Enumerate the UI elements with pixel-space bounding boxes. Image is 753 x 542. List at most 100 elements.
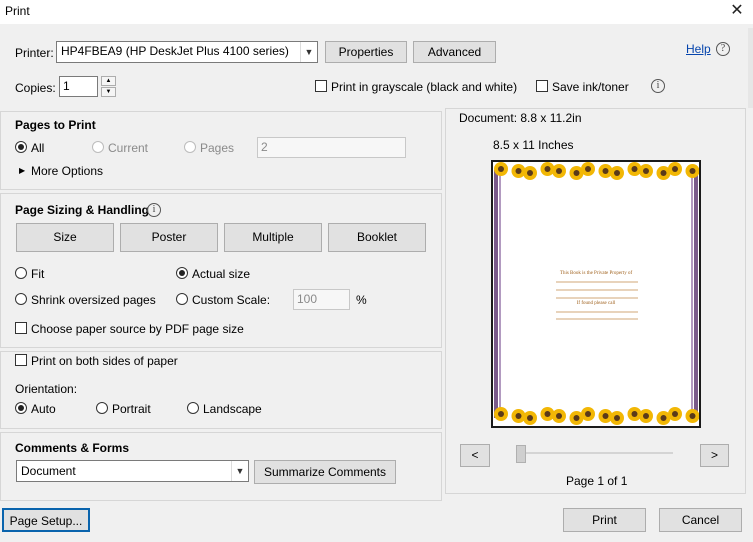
orientation-landscape-label: Landscape: [203, 402, 262, 416]
expand-triangle-icon[interactable]: ▶: [19, 166, 25, 175]
sunflower-center: [515, 168, 522, 174]
copies-increment-icon[interactable]: ▲: [101, 76, 116, 86]
close-icon[interactable]: ✕: [727, 0, 747, 22]
chevron-down-icon: ▼: [300, 42, 317, 62]
page-slider-track[interactable]: [517, 452, 673, 454]
custom-scale-input[interactable]: 100: [293, 289, 350, 310]
pages-current-radio[interactable]: [92, 141, 104, 153]
sunflower-center: [614, 170, 620, 176]
custom-scale-label: Custom Scale:: [192, 293, 271, 307]
chevron-down-icon: ▼: [231, 461, 248, 481]
size-button[interactable]: Size: [16, 223, 114, 252]
shrink-radio[interactable]: [15, 293, 27, 305]
preview-call-text: If found please call: [577, 301, 616, 306]
document-size-label: Document: 8.8 x 11.2in: [459, 111, 582, 125]
window-edge: [748, 28, 753, 108]
sunflower-center: [602, 168, 609, 174]
sunflower-center: [585, 411, 591, 417]
paper-source-label: Choose paper source by PDF page size: [31, 322, 244, 336]
summarize-comments-button[interactable]: Summarize Comments: [254, 460, 396, 484]
sunflower-center: [631, 411, 638, 417]
pages-current-label: Current: [108, 141, 149, 155]
sunflower-center: [573, 170, 580, 176]
page-slider-thumb[interactable]: [516, 445, 526, 463]
title-bar: [0, 0, 753, 24]
orientation-portrait-radio[interactable]: [96, 402, 108, 414]
sunflower-center: [527, 415, 533, 421]
custom-scale-radio[interactable]: [176, 293, 188, 305]
cancel-button[interactable]: Cancel: [659, 508, 742, 532]
help-link[interactable]: Help: [686, 42, 711, 56]
fit-label: Fit: [31, 267, 45, 281]
save-ink-checkbox[interactable]: [536, 80, 548, 92]
sunflower-center: [585, 166, 591, 172]
prev-page-button[interactable]: <: [460, 444, 490, 467]
orientation-auto-label: Auto: [31, 402, 56, 416]
sunflower-center: [515, 413, 522, 419]
sunflower-center: [573, 415, 580, 421]
pages-range-radio[interactable]: [184, 141, 196, 153]
sunflower-center: [602, 413, 609, 419]
help-icon[interactable]: ?: [716, 42, 730, 56]
booklet-button[interactable]: Booklet: [328, 223, 426, 252]
sunflower-center: [643, 413, 649, 419]
printer-label: Printer:: [15, 46, 54, 60]
page-sizing-title: Page Sizing & Handling: [15, 203, 150, 217]
print-button[interactable]: Print: [563, 508, 646, 532]
paper-size-label: 8.5 x 11 Inches: [493, 138, 574, 152]
page-info-label: Page 1 of 1: [566, 474, 628, 488]
window-title: Print: [5, 4, 30, 18]
fit-radio[interactable]: [15, 267, 27, 279]
sunflower-center: [643, 168, 649, 174]
actual-size-radio[interactable]: [176, 267, 188, 279]
grayscale-label: Print in grayscale (black and white): [331, 80, 518, 94]
advanced-button[interactable]: Advanced: [413, 41, 496, 63]
pages-to-print-title: Pages to Print: [15, 118, 96, 132]
pages-all-label: All: [31, 141, 45, 155]
sunflower-center: [660, 415, 667, 421]
sunflower-center: [498, 166, 504, 172]
comments-forms-value: Document: [21, 464, 76, 478]
sunflower-center: [689, 168, 696, 174]
page-preview: This Book is the Private Property of If …: [491, 160, 701, 428]
pages-range-input[interactable]: 2: [257, 137, 406, 158]
sunflower-center: [544, 411, 551, 417]
grayscale-checkbox[interactable]: [315, 80, 327, 92]
page-setup-button[interactable]: Page Setup...: [2, 508, 90, 532]
orientation-auto-radio[interactable]: [15, 402, 27, 414]
sunflower-center: [660, 170, 667, 176]
paper-source-checkbox[interactable]: [15, 322, 27, 334]
actual-size-label: Actual size: [192, 267, 251, 281]
info-icon[interactable]: i: [651, 79, 665, 93]
properties-button[interactable]: Properties: [325, 41, 407, 63]
orientation-portrait-label: Portrait: [112, 402, 151, 416]
sunflower-center: [631, 166, 638, 172]
comments-forms-select[interactable]: Document ▼: [16, 460, 249, 482]
pages-range-label: Pages: [200, 141, 235, 155]
next-page-button[interactable]: >: [700, 444, 729, 467]
sunflower-center: [556, 168, 562, 174]
both-sides-label: Print on both sides of paper: [31, 354, 178, 368]
copies-label: Copies:: [15, 81, 56, 95]
preview-page-image: This Book is the Private Property of If …: [493, 162, 699, 426]
sunflower-center: [556, 413, 562, 419]
both-sides-checkbox[interactable]: [15, 354, 27, 366]
more-options-link[interactable]: More Options: [31, 164, 103, 178]
sunflower-center: [672, 411, 678, 417]
shrink-label: Shrink oversized pages: [31, 293, 156, 307]
comments-forms-title: Comments & Forms: [15, 441, 130, 455]
sunflower-center: [527, 170, 533, 176]
printer-select-value: HP4FBEA9 (HP DeskJet Plus 4100 series): [61, 44, 289, 58]
info-icon[interactable]: i: [147, 203, 161, 217]
multiple-button[interactable]: Multiple: [224, 223, 322, 252]
copies-decrement-icon[interactable]: ▼: [101, 87, 116, 97]
poster-button[interactable]: Poster: [120, 223, 218, 252]
save-ink-label: Save ink/toner: [552, 80, 629, 94]
sunflower-center: [672, 166, 678, 172]
percent-label: %: [356, 293, 367, 307]
copies-input[interactable]: 1: [59, 76, 98, 97]
sunflower-center: [614, 415, 620, 421]
pages-all-radio[interactable]: [15, 141, 27, 153]
orientation-landscape-radio[interactable]: [187, 402, 199, 414]
printer-select[interactable]: HP4FBEA9 (HP DeskJet Plus 4100 series) ▼: [56, 41, 318, 63]
